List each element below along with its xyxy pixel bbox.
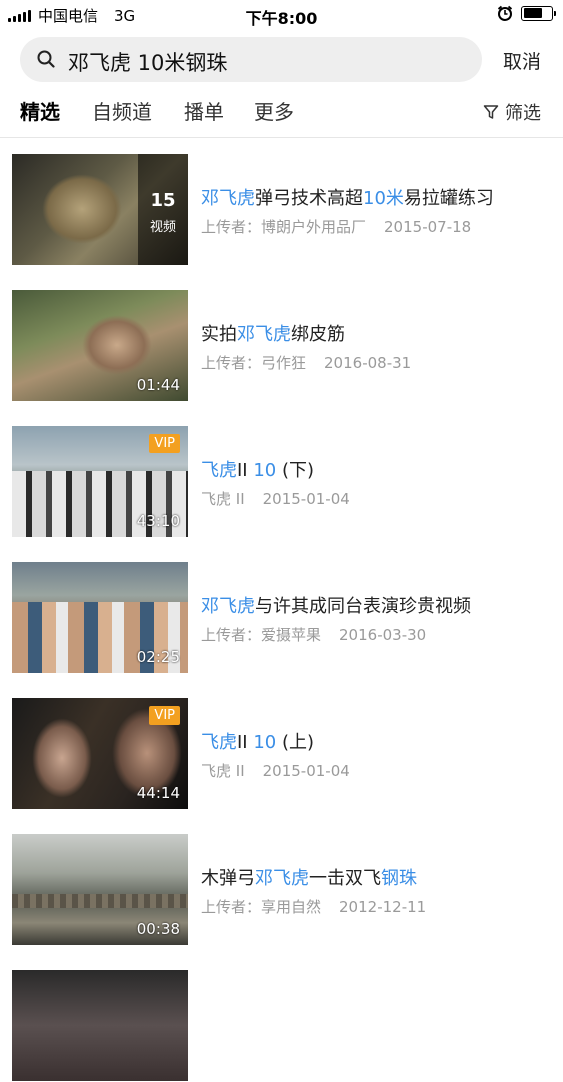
- list-item[interactable]: 15 视频 邓飞虎弹弓技术高超10米易拉罐练习 上传者：博朗户外用品厂 2015-…: [0, 154, 563, 266]
- list-item[interactable]: VIP 44:14 飞虎II 10 (上) 飞虎 II 2015-01-04: [0, 698, 563, 810]
- title-highlight: 邓飞虎: [201, 188, 255, 209]
- video-meta: 上传者：弓作狂 2016-08-31: [201, 352, 411, 373]
- cancel-button[interactable]: 取消: [503, 47, 541, 74]
- filter-label: 筛选: [505, 103, 541, 124]
- video-duration: 44:14: [136, 784, 180, 802]
- tab-bar: 精选 自频道 播单 更多 筛选: [0, 96, 563, 136]
- video-meta: 上传者：博朗户外用品厂 2015-07-18: [201, 216, 471, 237]
- filter-button[interactable]: 筛选: [483, 99, 541, 125]
- upload-date: 2015-07-18: [384, 218, 472, 236]
- video-thumbnail: 02:25: [12, 562, 188, 673]
- title-text: 弹弓技术高超: [255, 188, 363, 209]
- title-text: II: [237, 732, 254, 753]
- title-text: 绑皮筋: [291, 324, 345, 345]
- title-highlight: 10: [253, 732, 277, 753]
- search-query: 邓飞虎 10米钢珠: [68, 51, 228, 75]
- search-input[interactable]: 邓飞虎 10米钢珠: [20, 37, 482, 82]
- title-text: 一击双飞: [309, 868, 381, 889]
- status-time: 下午8:00: [245, 9, 318, 28]
- upload-date: 2015-01-04: [262, 762, 350, 780]
- playlist-count: 15: [150, 190, 176, 211]
- upload-date: 2015-01-04: [262, 490, 350, 508]
- video-thumbnail: VIP 44:14: [12, 698, 188, 809]
- video-duration: 02:25: [136, 648, 180, 666]
- title-text: 实拍: [201, 324, 237, 345]
- list-item[interactable]: 00:38 木弹弓邓飞虎一击双飞钢珠 上传者：享用自然 2012-12-11: [0, 834, 563, 946]
- video-title: 飞虎II 10 (上): [201, 728, 314, 754]
- tab-playlist[interactable]: 播单: [184, 96, 224, 125]
- video-title: 邓飞虎与许其成同台表演珍贵视频: [201, 592, 471, 618]
- video-meta: 飞虎 II 2015-01-04: [201, 760, 350, 781]
- video-duration: 00:38: [136, 920, 180, 938]
- video-meta: 上传者：爱摄苹果 2016-03-30: [201, 624, 426, 645]
- title-highlight: 邓飞虎: [201, 596, 255, 617]
- uploader: 飞虎 II: [201, 762, 245, 780]
- title-text: 易拉罐练习: [403, 188, 494, 209]
- playlist-count-label: 视频: [149, 220, 176, 235]
- video-meta: 飞虎 II 2015-01-04: [201, 488, 350, 509]
- title-highlight: 邓飞虎: [237, 324, 291, 345]
- title-text: (下): [276, 460, 315, 481]
- search-row: 邓飞虎 10米钢珠 取消: [0, 37, 563, 83]
- vip-badge: VIP: [149, 706, 180, 725]
- title-text: 木弹弓: [201, 868, 255, 889]
- tab-divider: [0, 137, 563, 138]
- list-item[interactable]: 01:44 实拍邓飞虎绑皮筋 上传者：弓作狂 2016-08-31: [0, 290, 563, 402]
- title-highlight: 邓飞虎: [255, 868, 309, 889]
- video-duration: 43:10: [136, 512, 180, 530]
- video-title: 邓飞虎弹弓技术高超10米易拉罐练习: [201, 184, 494, 210]
- video-thumbnail: 00:38: [12, 834, 188, 945]
- title-highlight: 钢珠: [381, 868, 417, 889]
- title-highlight: 10米: [363, 188, 404, 209]
- list-item[interactable]: 02:25 邓飞虎与许其成同台表演珍贵视频 上传者：爱摄苹果 2016-03-30: [0, 562, 563, 674]
- title-text: II: [237, 460, 254, 481]
- alarm-icon: [497, 5, 513, 21]
- list-item[interactable]: VIP 43:10 飞虎II 10 (下) 飞虎 II 2015-01-04: [0, 426, 563, 538]
- upload-date: 2016-08-31: [324, 354, 412, 372]
- upload-date: 2012-12-11: [339, 898, 427, 916]
- video-thumbnail: 01:44: [12, 290, 188, 401]
- video-meta: 上传者：享用自然 2012-12-11: [201, 896, 426, 917]
- video-thumbnail: [12, 970, 188, 1081]
- video-thumbnail: 15 视频: [12, 154, 188, 265]
- uploader: 上传者：爱摄苹果: [201, 626, 322, 644]
- title-highlight: 10: [253, 460, 277, 481]
- uploader: 上传者：享用自然: [201, 898, 322, 916]
- uploader: 上传者：弓作狂: [201, 354, 307, 372]
- filter-icon: [483, 105, 499, 119]
- title-text: (上): [276, 732, 315, 753]
- video-title: 实拍邓飞虎绑皮筋: [201, 320, 345, 346]
- tab-featured[interactable]: 精选: [20, 96, 60, 125]
- status-right: [497, 5, 556, 21]
- video-title: 飞虎II 10 (下): [201, 456, 314, 482]
- uploader: 飞虎 II: [201, 490, 245, 508]
- title-highlight: 飞虎: [201, 460, 237, 481]
- tab-channel[interactable]: 自频道: [92, 96, 152, 125]
- title-highlight: 飞虎: [201, 732, 237, 753]
- video-thumbnail: VIP 43:10: [12, 426, 188, 537]
- search-icon: [37, 50, 55, 68]
- status-bar: 中国电信 3G 下午8:00: [0, 0, 563, 30]
- title-text: 与许其成同台表演珍贵视频: [255, 596, 471, 617]
- battery-icon: [521, 5, 556, 21]
- video-title: 木弹弓邓飞虎一击双飞钢珠: [201, 864, 417, 890]
- upload-date: 2016-03-30: [339, 626, 427, 644]
- video-duration: 01:44: [136, 376, 180, 394]
- vip-badge: VIP: [149, 434, 180, 453]
- tab-more[interactable]: 更多: [254, 96, 294, 125]
- uploader: 上传者：博朗户外用品厂: [201, 218, 367, 236]
- list-item[interactable]: [0, 970, 563, 1082]
- playlist-count-overlay: 15 视频: [138, 154, 188, 265]
